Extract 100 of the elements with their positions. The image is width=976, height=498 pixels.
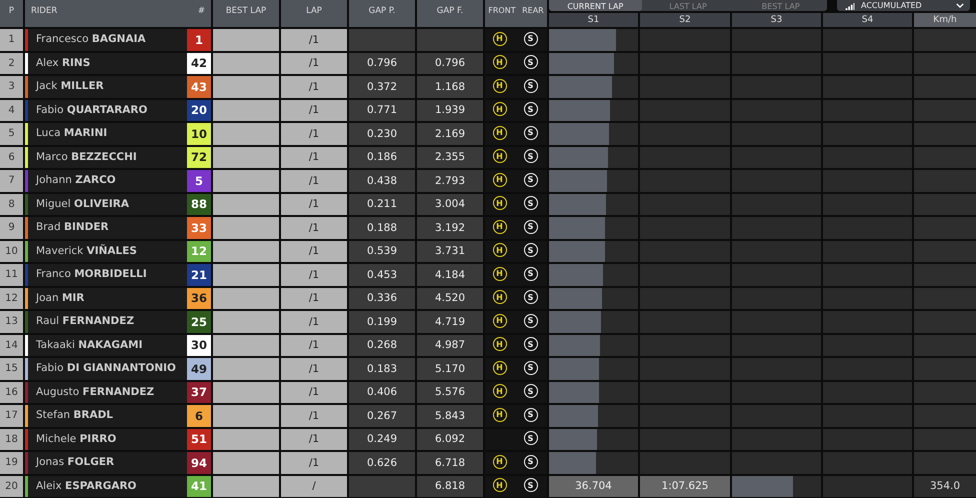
rider-number: 10 (187, 123, 211, 144)
rider-name: Fabio DI GIANNANTONIO (25, 358, 187, 380)
lap-cell: /1 (281, 288, 347, 309)
speed-cell (914, 311, 976, 332)
gap-cell: 0.183 (349, 358, 415, 380)
rider-number: 20 (187, 100, 211, 121)
best-lap-cell (213, 405, 279, 426)
tyre-compound: S (524, 408, 538, 422)
speed-cell (914, 123, 976, 144)
tyre-compound: S (524, 314, 538, 328)
tyre-compound: S (524, 360, 538, 375)
tyre-compound: H (492, 55, 506, 70)
rider-name: Miguel OLIVEIRA (25, 194, 187, 215)
lap-cell: /1 (281, 76, 347, 98)
speed-cell (914, 217, 976, 238)
lap-cell: /1 (281, 146, 347, 168)
gap-cell (349, 476, 415, 497)
best-lap-cell (213, 382, 279, 403)
position-cell: 14 (0, 334, 23, 356)
gap-cell: 2.355 (417, 146, 483, 168)
gap-cell: 5.576 (417, 382, 483, 403)
column-header: S1 (549, 13, 638, 27)
gap-cell: 0.796 (349, 52, 415, 74)
speed-cell (914, 29, 976, 50)
sector-time: 36.704 (549, 476, 638, 497)
gap-cell: 6.818 (417, 476, 483, 497)
rider-number: 33 (187, 217, 211, 238)
position-cell: 6 (0, 146, 23, 168)
tyre-compound: H (492, 384, 506, 398)
gap-cell: 4.719 (417, 311, 483, 332)
best-lap-cell (213, 170, 279, 192)
column-header: LAP (281, 0, 347, 27)
tyre-compound: S (524, 32, 538, 46)
gap-cell: 6.092 (417, 428, 483, 450)
tyre-compound: S (524, 290, 538, 304)
tyre-compound: H (492, 266, 506, 281)
tyre-compound: S (524, 431, 538, 446)
lap-cell: /1 (281, 405, 347, 426)
gap-cell: 0.188 (349, 217, 415, 238)
rider-number: 37 (187, 382, 211, 403)
tyre-compound: S (524, 478, 538, 492)
rider-name: Stefan BRADL (25, 405, 187, 426)
best-lap-cell (213, 452, 279, 474)
lap-cell: /1 (281, 428, 347, 450)
rider-number: 72 (187, 146, 211, 168)
best-lap-cell (213, 217, 279, 238)
rider-number: 94 (187, 452, 211, 474)
view-dropdown[interactable]: ACCUMULATED (837, 0, 970, 11)
tyre-compound: S (524, 126, 538, 140)
column-header: BEST LAP (213, 0, 279, 27)
gap-cell: 1.939 (417, 100, 483, 121)
gap-cell: 0.336 (349, 288, 415, 309)
chevron-down-icon (956, 3, 964, 8)
lap-tab[interactable]: CURRENT LAP (549, 0, 642, 11)
tyre-compound: H (492, 290, 506, 304)
position-cell: 11 (0, 264, 23, 286)
tyre-compound: S (524, 102, 538, 116)
speed-cell (914, 264, 976, 286)
gap-cell: 0.453 (349, 264, 415, 286)
rider-name: Johann ZARCO (25, 170, 187, 192)
column-header: GAP F. (417, 0, 483, 27)
gap-cell: 3.004 (417, 194, 483, 215)
tyre-compound: S (524, 149, 538, 164)
gap-cell: 0.406 (349, 382, 415, 403)
tyre-compound: S (524, 454, 538, 469)
tyre-compound: H (492, 408, 506, 422)
gap-cell: 1.168 (417, 76, 483, 98)
rider-name: Francesco BAGNAIA (25, 29, 187, 50)
best-lap-cell (213, 29, 279, 50)
position-cell: 2 (0, 52, 23, 74)
gap-cell (349, 29, 415, 50)
tyre-compound: S (524, 384, 538, 398)
gap-cell: 0.199 (349, 311, 415, 332)
lap-cell: /1 (281, 52, 347, 74)
tyre-compound: H (492, 220, 506, 234)
best-lap-cell (213, 334, 279, 356)
rider-name: Maverick VIÑALES (25, 240, 187, 262)
lap-cell: /1 (281, 240, 347, 262)
best-lap-cell (213, 264, 279, 286)
position-cell: 9 (0, 217, 23, 238)
rider-number: 12 (187, 240, 211, 262)
gap-cell: 4.987 (417, 334, 483, 356)
position-cell: 10 (0, 240, 23, 262)
position-cell: 5 (0, 123, 23, 144)
tyre-compound: H (492, 102, 506, 116)
speed-cell (914, 288, 976, 309)
rider-name: Michele PIRRO (25, 428, 187, 450)
tyre-compound: H (492, 454, 506, 469)
rider-name: Luca MARINI (25, 123, 187, 144)
position-cell: 13 (0, 311, 23, 332)
rider-name: Jack MILLER (25, 76, 187, 98)
signal-bars-icon (845, 3, 855, 10)
lap-cell: /1 (281, 264, 347, 286)
position-cell: 19 (0, 452, 23, 474)
position-cell: 12 (0, 288, 23, 309)
rider-number: 25 (187, 311, 211, 332)
lap-cell: /1 (281, 452, 347, 474)
gap-cell (417, 29, 483, 50)
position-cell: 4 (0, 100, 23, 121)
speed-cell (914, 170, 976, 192)
